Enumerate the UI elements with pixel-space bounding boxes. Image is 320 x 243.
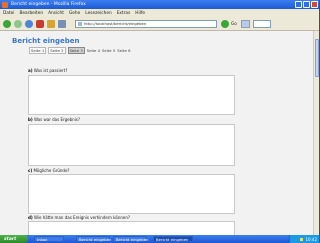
step-navigation: Seite 1 Seite 2 Seite 3 Seite 4 Seite 5 … — [29, 47, 131, 54]
question-label: c) Mögliche Gründe? — [28, 168, 70, 173]
search-input[interactable] — [252, 19, 271, 28]
menu-edit[interactable]: Bearbeiten — [19, 11, 43, 16]
taskbar-item-label: Bericht eingeben — [116, 236, 149, 242]
answer-textarea-c[interactable] — [28, 174, 235, 214]
step-tab-5[interactable]: Seite 5 — [102, 48, 115, 53]
clock: 10:42 — [305, 236, 317, 242]
question-letter: c) — [28, 168, 33, 173]
menu-file[interactable]: Datei — [3, 11, 14, 16]
question-label: a) Was ist passiert? — [28, 68, 67, 73]
question-label: b) Was war das Ergebnis? — [28, 117, 80, 122]
answer-textarea-b[interactable] — [28, 124, 235, 166]
maximize-button[interactable] — [303, 1, 310, 8]
network-icon[interactable] — [300, 237, 304, 241]
step-tab-1[interactable]: Seite 1 — [29, 47, 47, 54]
step-tab-3[interactable]: Seite 3 — [67, 47, 85, 54]
history-icon[interactable] — [58, 19, 66, 28]
question-text: Was ist passiert? — [33, 68, 68, 73]
taskbar-item[interactable]: Inbox — [34, 236, 64, 242]
menu-go[interactable]: Gehe — [69, 11, 80, 16]
firefox-icon — [2, 1, 8, 8]
taskbar-item-label: Inbox — [37, 236, 48, 242]
question-text: Was war das Ergebnis? — [33, 117, 80, 122]
menu-view[interactable]: Ansicht — [48, 11, 64, 16]
page-title: Bericht eingeben — [12, 37, 80, 45]
question-text: Wie hätte man das Ereignis verhindern kö… — [33, 215, 131, 220]
answer-textarea-a[interactable] — [28, 75, 235, 115]
page-content: Bericht eingeben Seite 1 Seite 2 Seite 3… — [0, 31, 319, 235]
step-tab-4[interactable]: Seite 4 — [87, 48, 100, 53]
minimize-button[interactable] — [295, 1, 302, 8]
window-titlebar: Bericht eingeben - Mozilla Firefox — [0, 0, 319, 9]
menu-bookmarks[interactable]: Lesezeichen — [85, 11, 111, 16]
answer-textarea-d[interactable] — [28, 221, 235, 235]
address-url: http://localhost/bericht/eingeben — [84, 21, 147, 26]
favicon-icon — [78, 21, 82, 26]
taskbar-item-active[interactable]: Bericht eingeben — [153, 236, 193, 242]
question-text: Mögliche Gründe? — [33, 168, 70, 173]
go-icon[interactable] — [221, 19, 229, 28]
question-letter: b) — [28, 117, 33, 122]
step-tab-2[interactable]: Seite 2 — [48, 47, 66, 54]
scrollbar-thumb[interactable] — [315, 39, 319, 77]
go-button-label[interactable]: Go — [231, 21, 237, 26]
taskbar-item-label: Bericht eingeben — [156, 236, 189, 242]
start-button[interactable]: start — [0, 235, 28, 243]
question-letter: a) — [28, 68, 33, 73]
taskbar-item-label: Bericht eingeben — [79, 236, 112, 242]
reload-icon[interactable] — [25, 19, 33, 28]
close-button[interactable] — [311, 1, 318, 8]
stop-icon[interactable] — [36, 19, 44, 28]
navigation-toolbar: http://localhost/bericht/eingeben Go — [0, 17, 319, 31]
taskbar-item[interactable]: Bericht eingeben — [76, 236, 112, 242]
menu-tools[interactable]: Extras — [117, 11, 131, 16]
home-icon[interactable] — [47, 19, 55, 28]
search-engine-icon[interactable] — [240, 19, 250, 28]
menubar: Datei Bearbeiten Ansicht Gehe Lesezeiche… — [0, 9, 319, 17]
taskbar-item[interactable]: Bericht eingeben — [113, 236, 149, 242]
question-label: d) Wie hätte man das Ereignis verhindern… — [28, 215, 130, 220]
step-tab-6[interactable]: Seite 6 — [117, 48, 130, 53]
window-controls — [295, 1, 318, 8]
window-title: Bericht eingeben - Mozilla Firefox — [11, 2, 86, 7]
address-bar[interactable]: http://localhost/bericht/eingeben — [75, 19, 217, 28]
forward-icon[interactable] — [14, 19, 22, 28]
vertical-scrollbar[interactable] — [313, 31, 319, 235]
question-letter: d) — [28, 215, 33, 220]
system-tray: 10:42 — [289, 235, 319, 243]
back-icon[interactable] — [3, 19, 11, 28]
menu-help[interactable]: Hilfe — [135, 11, 145, 16]
taskbar: start Inbox Bericht eingeben Bericht ein… — [0, 235, 319, 243]
